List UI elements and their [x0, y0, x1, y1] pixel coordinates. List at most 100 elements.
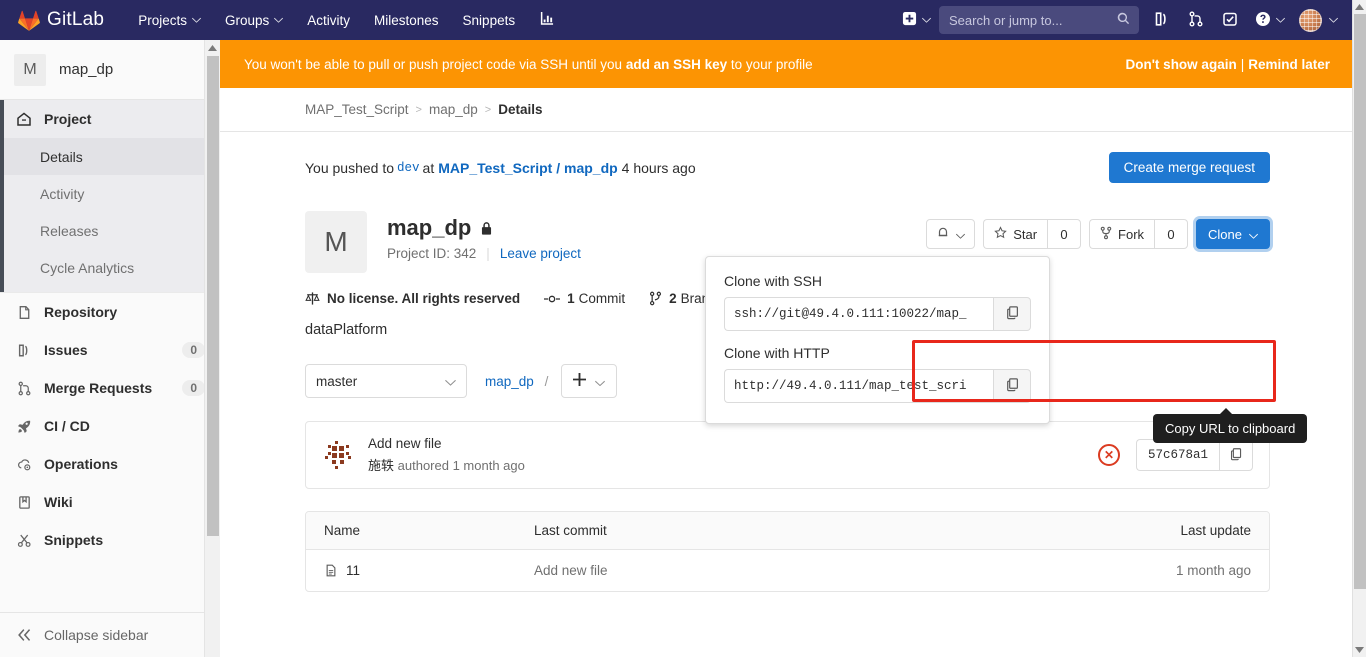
sidebar-item-wiki[interactable]: Wiki — [0, 483, 219, 521]
page-scroll-up-arrow-icon[interactable] — [1353, 0, 1366, 14]
fork-button[interactable]: Fork — [1089, 219, 1155, 249]
new-item-dropdown[interactable] — [894, 0, 937, 40]
navbar-right — [894, 0, 1352, 40]
page-title: map_dp — [387, 215, 472, 240]
star-button[interactable]: Star — [983, 219, 1048, 249]
sidebar-scrollbar[interactable] — [204, 40, 220, 657]
leave-project-link[interactable]: Leave project — [500, 246, 581, 261]
stat-license[interactable]: No license. All rights reserved — [305, 291, 520, 306]
copy-ssh-url-button[interactable] — [993, 297, 1031, 331]
copy-icon — [1229, 447, 1243, 464]
stat-commits[interactable]: 1 Commit — [544, 291, 625, 306]
chevron-down-icon — [922, 17, 931, 23]
file-name: 11 — [346, 563, 361, 578]
page-scroll-down-arrow-icon[interactable] — [1353, 643, 1366, 657]
merge-request-icon — [1188, 11, 1204, 30]
nav-milestones[interactable]: Milestones — [362, 0, 451, 40]
column-header-name: Name — [324, 523, 361, 538]
nav-groups[interactable]: Groups — [213, 0, 295, 40]
branch-select[interactable]: master — [305, 364, 467, 398]
pipeline-failed-icon[interactable]: ✕ — [1097, 444, 1120, 466]
sidebar-item-details[interactable]: Details — [0, 138, 219, 175]
branch-icon — [649, 291, 662, 306]
nav-snippets[interactable]: Snippets — [451, 0, 528, 40]
breadcrumb-group[interactable]: MAP_Test_Script — [305, 102, 409, 117]
breadcrumb: MAP_Test_Script > map_dp > Details — [220, 88, 1352, 132]
nav-issues-button[interactable] — [1145, 0, 1179, 40]
clone-ssh-input[interactable] — [724, 297, 993, 331]
sidebar-project-header[interactable]: M map_dp — [0, 40, 219, 100]
file-last-commit[interactable]: Add new file — [534, 563, 1131, 578]
issues-icon — [16, 342, 32, 358]
project-avatar: M — [305, 211, 367, 273]
stat-license-label: No license. All rights reserved — [327, 291, 521, 306]
breadcrumb-separator-icon: > — [415, 103, 422, 116]
fork-count[interactable]: 0 — [1154, 219, 1189, 249]
project-name-row: map_dp — [387, 215, 581, 241]
copy-http-url-button[interactable] — [993, 369, 1031, 403]
sidebar-item-project[interactable]: Project — [0, 100, 219, 138]
star-count[interactable]: 0 — [1047, 219, 1082, 249]
project-sidebar: M map_dp Project Details Activity Releas… — [0, 40, 220, 657]
sidebar-item-merge-requests[interactable]: Merge Requests 0 — [0, 369, 219, 407]
clone-button[interactable]: Clone — [1196, 219, 1270, 249]
nav-activity[interactable]: Activity — [295, 0, 362, 40]
nav-merge-requests-button[interactable] — [1179, 0, 1213, 40]
notification-dropdown-button[interactable] — [926, 219, 976, 249]
sidebar-item-repository[interactable]: Repository — [0, 293, 219, 331]
repo-path-root[interactable]: map_dp — [485, 374, 534, 389]
copy-icon — [1005, 377, 1020, 395]
clone-http-input[interactable] — [724, 369, 993, 403]
sidebar-item-operations-label: Operations — [44, 456, 118, 472]
chevron-down-icon — [274, 17, 284, 23]
plus-square-icon — [902, 11, 917, 29]
nav-projects[interactable]: Projects — [126, 0, 213, 40]
column-header-last-update: Last update — [1180, 523, 1251, 538]
page-scrollbar[interactable] — [1352, 0, 1366, 657]
sidebar-item-operations[interactable]: Operations — [0, 445, 219, 483]
nav-todos-button[interactable] — [1213, 0, 1247, 40]
sidebar-scrollbar-thumb[interactable] — [207, 56, 219, 536]
sidebar-item-cycle-analytics[interactable]: Cycle Analytics — [0, 249, 219, 286]
sidebar-item-snippets[interactable]: Snippets — [0, 521, 219, 559]
commit-title[interactable]: Add new file — [368, 436, 525, 451]
collapse-sidebar-button[interactable]: Collapse sidebar — [0, 613, 219, 657]
top-navbar: GitLab Projects Groups Activity Mileston… — [0, 0, 1352, 40]
page-scrollbar-thumb[interactable] — [1354, 14, 1366, 589]
sidebar-item-snippets-label: Snippets — [44, 532, 104, 548]
navbar-links: Projects Groups Activity Milestones Snip… — [126, 0, 566, 40]
push-project-link[interactable]: MAP_Test_Script / map_dp — [438, 160, 617, 176]
commit-author-name[interactable]: 施轶 — [368, 458, 394, 473]
breadcrumb-project[interactable]: map_dp — [429, 102, 478, 117]
search-box[interactable] — [939, 6, 1139, 34]
help-dropdown[interactable] — [1247, 0, 1291, 40]
file-name-cell[interactable]: 11 — [324, 563, 534, 578]
lock-icon — [480, 221, 493, 236]
project-subinfo: Project ID: 342 | Leave project — [387, 246, 581, 261]
question-circle-icon — [1255, 11, 1271, 30]
dismiss-banner-link[interactable]: Don't show again — [1125, 57, 1236, 72]
sidebar-item-activity[interactable]: Activity — [0, 175, 219, 212]
remind-later-link[interactable]: Remind later — [1248, 57, 1330, 72]
search-input[interactable] — [949, 12, 1117, 28]
scale-icon — [305, 291, 320, 306]
sidebar-item-ci-cd-label: CI / CD — [44, 418, 90, 434]
table-row[interactable]: 11 Add new file 1 month ago — [306, 550, 1269, 591]
add-to-repo-dropdown[interactable] — [561, 364, 618, 398]
cloud-gear-icon — [16, 456, 32, 472]
sidebar-item-ci-cd[interactable]: CI / CD — [0, 407, 219, 445]
commit-sha[interactable]: 57c678a1 — [1135, 439, 1219, 471]
user-menu-dropdown[interactable] — [1291, 0, 1344, 40]
search-icon — [1117, 12, 1131, 29]
chevron-down-icon — [1249, 227, 1258, 242]
gitlab-logo[interactable]: GitLab — [0, 0, 114, 40]
push-branch[interactable]: dev — [397, 161, 420, 175]
scroll-up-arrow-icon[interactable] — [205, 40, 220, 56]
nav-analytics[interactable] — [527, 0, 566, 40]
sidebar-item-releases[interactable]: Releases — [0, 212, 219, 249]
copy-sha-button[interactable] — [1219, 439, 1253, 471]
sidebar-item-issues[interactable]: Issues 0 — [0, 331, 219, 369]
banner-ssh-link[interactable]: add an SSH key — [626, 57, 727, 72]
column-header-last-commit: Last commit — [534, 523, 607, 538]
create-merge-request-button[interactable]: Create merge request — [1108, 152, 1270, 183]
